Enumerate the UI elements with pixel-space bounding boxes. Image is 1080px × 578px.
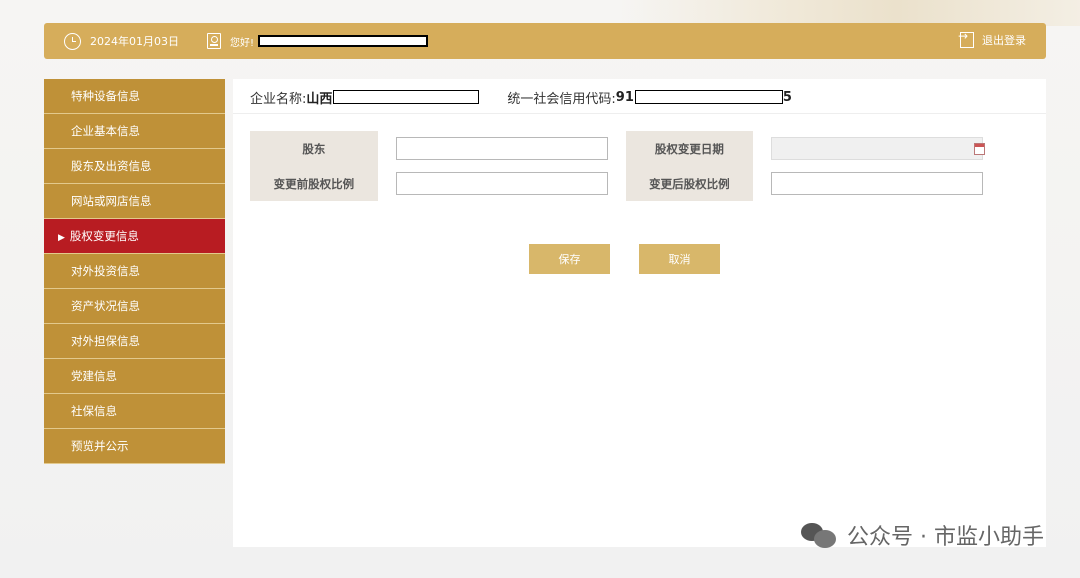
company-info: 企业名称: 山西 统一社会信用代码: 91 5 [250, 89, 792, 107]
sidebar-item-guarantee[interactable]: 对外担保信息 [44, 324, 225, 359]
sidebar-item-assets[interactable]: 资产状况信息 [44, 289, 225, 324]
company-name-value: 山西 [306, 91, 333, 107]
shareholder-input[interactable] [395, 137, 608, 160]
save-button[interactable]: 保存 [529, 244, 610, 274]
logout-icon [958, 29, 974, 48]
divider [233, 113, 1046, 114]
sidebar-item-party[interactable]: 党建信息 [44, 359, 225, 394]
sidebar-item-special-equipment[interactable]: 特种设备信息 [44, 79, 225, 114]
current-date: 2024年01月03日 [90, 35, 179, 48]
credit-code-suffix: 5 [782, 89, 792, 105]
credit-code-label: 统一社会信用代码: [507, 91, 616, 107]
redacted-company-name [333, 90, 480, 104]
redacted-username [258, 35, 429, 47]
sidebar-item-social-security[interactable]: 社保信息 [44, 394, 225, 429]
sidebar-item-basic-info[interactable]: 企业基本信息 [44, 114, 225, 149]
sidebar-item-preview-publish[interactable]: 预览并公示 [44, 429, 225, 464]
sidebar-item-shareholders[interactable]: 股东及出资信息 [44, 149, 225, 184]
clock-icon [64, 32, 81, 50]
cancel-button[interactable]: 取消 [639, 244, 720, 274]
user-icon [207, 33, 221, 49]
company-name-label: 企业名称: [250, 91, 307, 107]
change-date-input[interactable] [771, 137, 983, 160]
watermark: 公众号 · 市监小助手 [801, 519, 1044, 551]
sidebar-item-website[interactable]: 网站或网店信息 [44, 184, 225, 219]
watermark-text: 公众号 · 市监小助手 [847, 525, 1044, 550]
shareholder-label: 股东 [250, 131, 378, 166]
wechat-icon [801, 521, 837, 549]
arrow-right-icon: ▶ [58, 233, 65, 243]
after-ratio-input[interactable] [771, 172, 983, 195]
calendar-icon[interactable] [974, 143, 985, 155]
form-row: 变更前股权比例 变更后股权比例 [250, 166, 1001, 201]
redacted-credit-code [634, 90, 783, 104]
main-panel: 企业名称: 山西 统一社会信用代码: 91 5 股东 股权变更日期 变更前股权比… [233, 79, 1046, 547]
logout-label: 退出登录 [982, 34, 1026, 47]
action-buttons: 保存 取消 [529, 244, 720, 274]
equity-change-form: 股东 股权变更日期 变更前股权比例 变更后股权比例 [250, 131, 1001, 201]
after-ratio-label: 变更后股权比例 [625, 166, 754, 201]
before-ratio-input[interactable] [395, 172, 608, 195]
logout-button[interactable]: 退出登录 [958, 29, 1026, 48]
top-bar: 2024年01月03日 您好! 退出登录 [44, 23, 1046, 59]
sidebar-item-equity-change[interactable]: ▶ 股权变更信息 [44, 219, 225, 254]
credit-code-value: 91 [615, 89, 634, 105]
greeting: 您好! [230, 37, 255, 49]
sidebar: 特种设备信息 企业基本信息 股东及出资信息 网站或网店信息 ▶ 股权变更信息 对外… [44, 79, 225, 464]
form-row: 股东 股权变更日期 [250, 131, 1001, 166]
change-date-label: 股权变更日期 [625, 131, 754, 166]
sidebar-item-investment[interactable]: 对外投资信息 [44, 254, 225, 289]
before-ratio-label: 变更前股权比例 [250, 166, 378, 201]
